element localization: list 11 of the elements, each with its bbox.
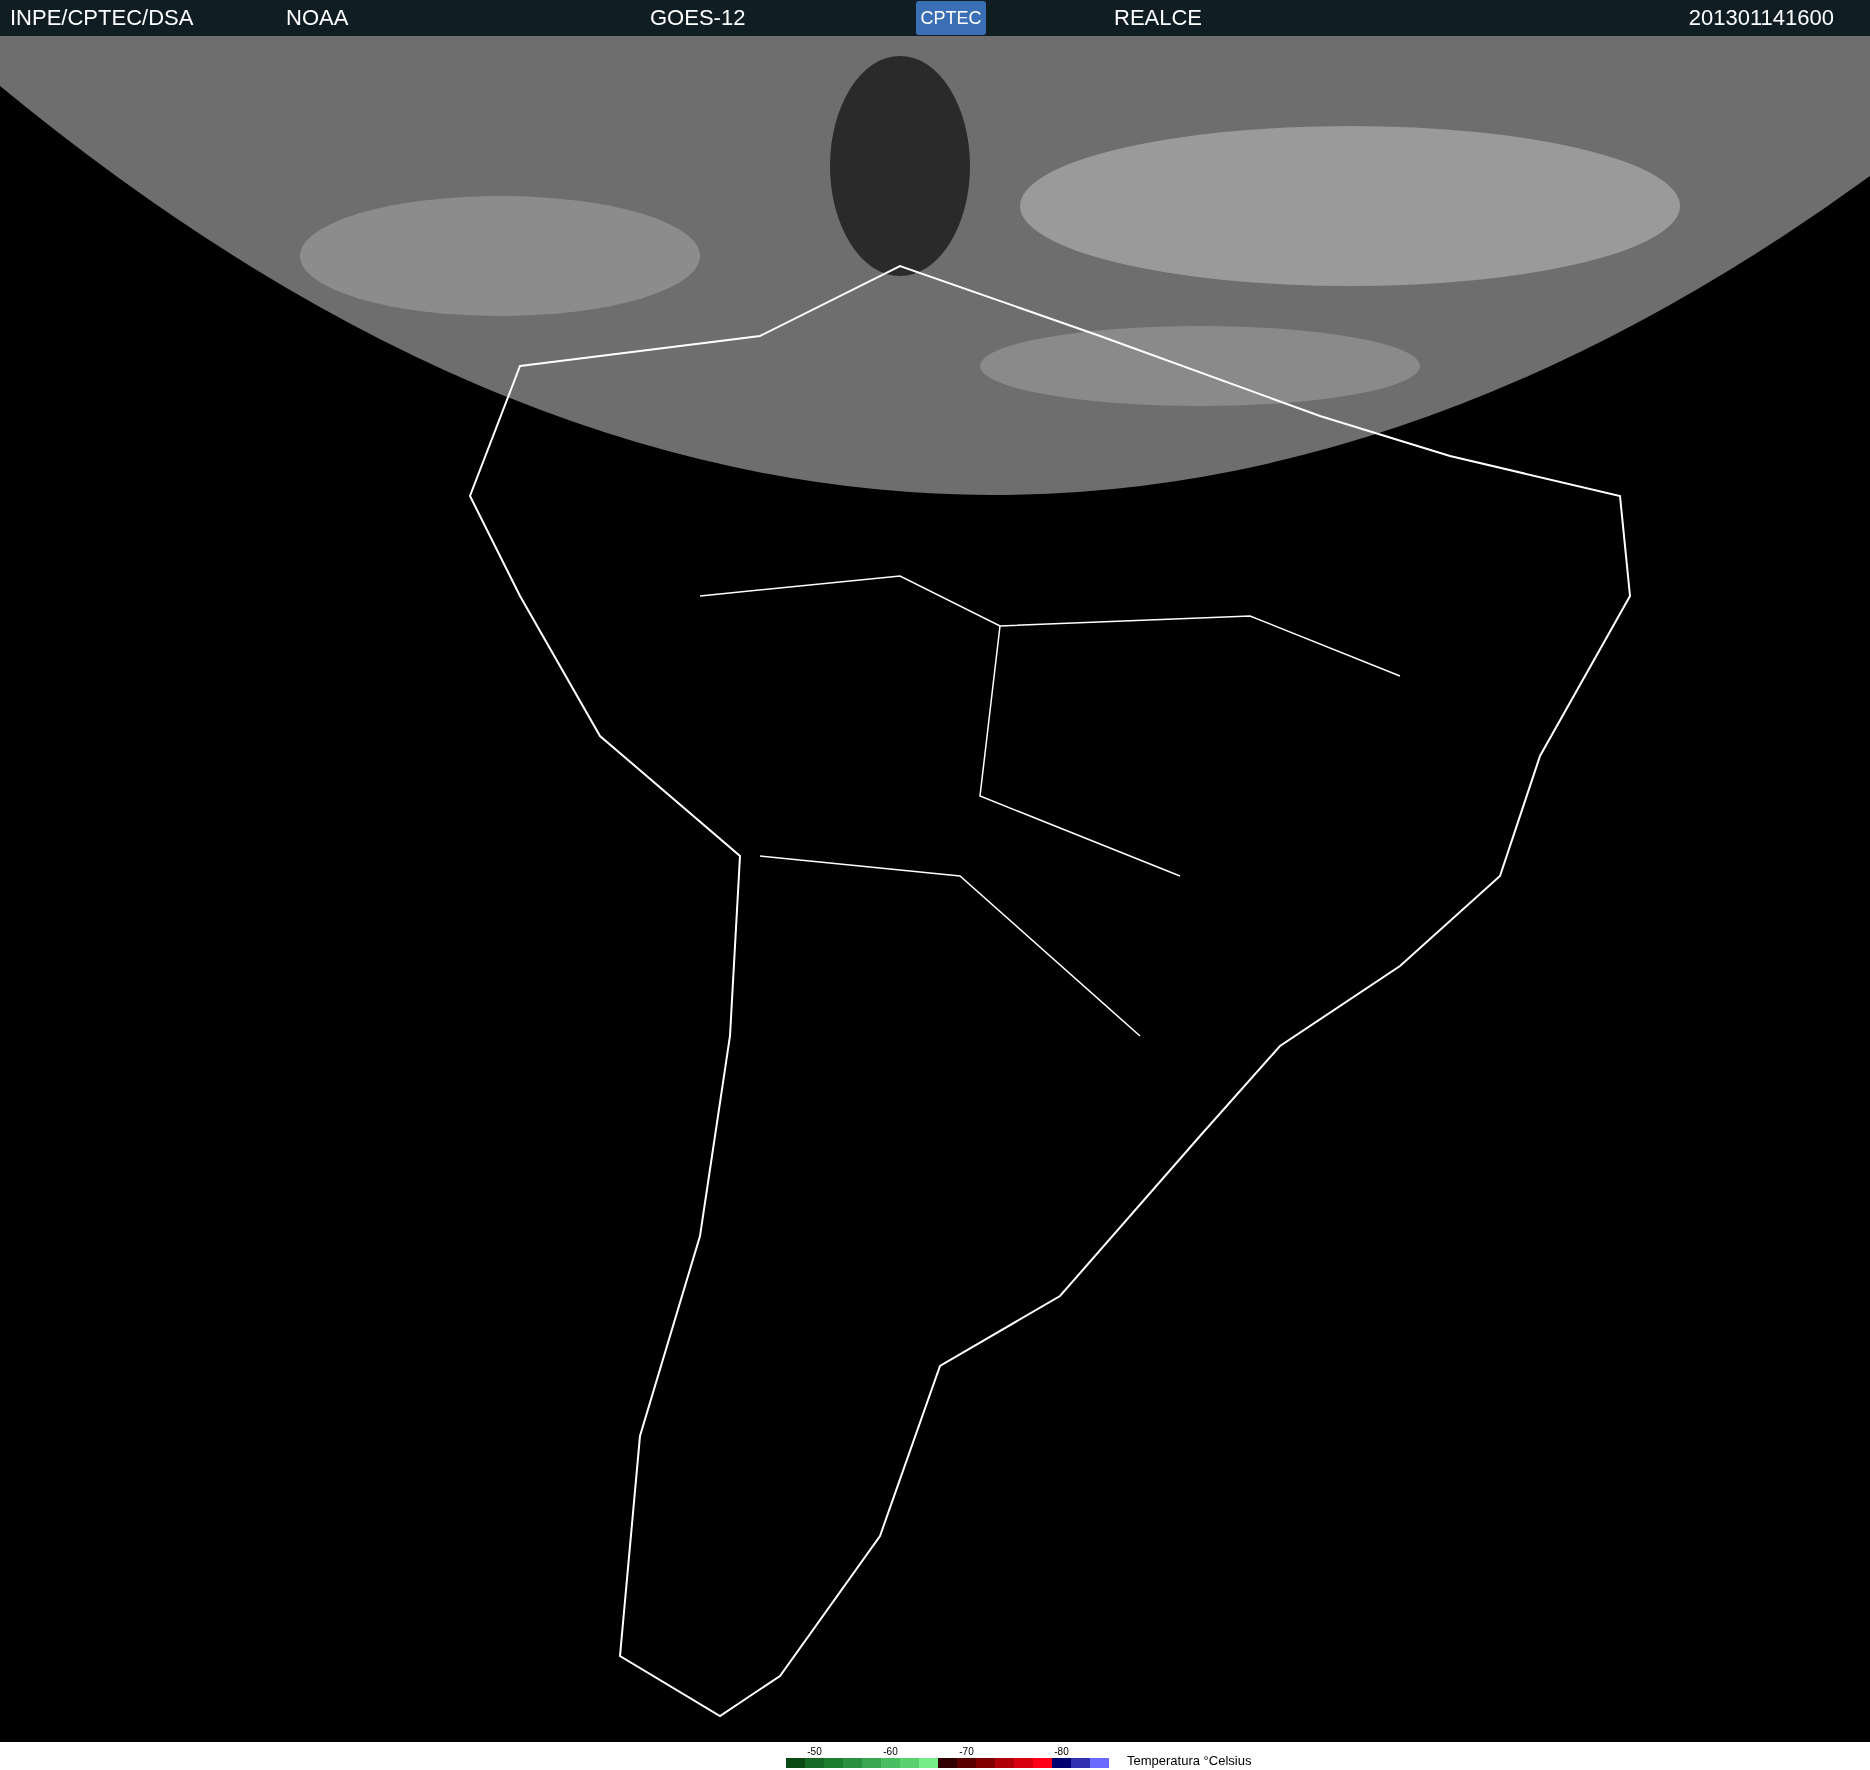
- scale-label: -70: [959, 1746, 974, 1758]
- scale-label: -80: [1054, 1746, 1069, 1758]
- source-label: INPE/CPTEC/DSA: [10, 5, 195, 31]
- scale-label: -60: [883, 1746, 898, 1758]
- legend-title: Temperatura °Celsius: [1127, 1753, 1252, 1768]
- scale-label: -50: [807, 1746, 822, 1758]
- satellite-label: GOES-12: [650, 5, 747, 31]
- timestamp-label: 201301141600: [1688, 5, 1834, 31]
- agency-label: NOAA: [286, 5, 350, 31]
- logo: CPTEC: [916, 1, 986, 35]
- product-label: REALCE: [1114, 5, 1204, 31]
